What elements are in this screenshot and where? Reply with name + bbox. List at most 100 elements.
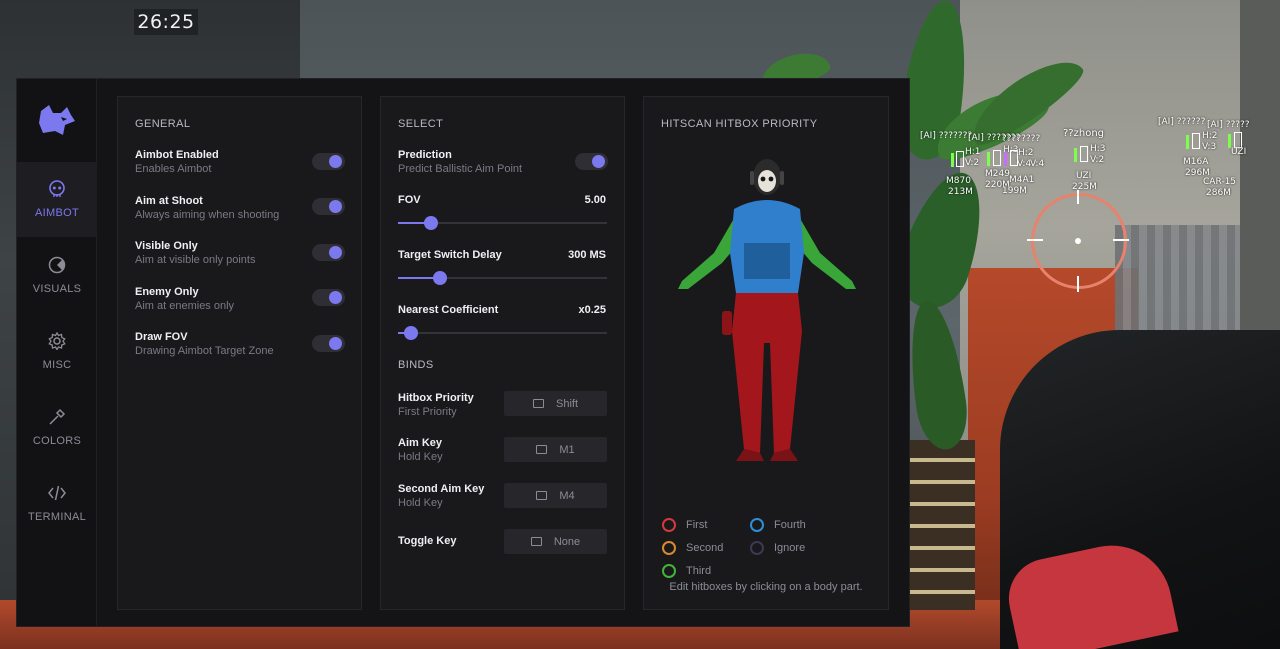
cheat-menu-window: AIMBOT VISUALS MISC COLORS TERMINAL GENE…: [16, 78, 910, 627]
keyboard-icon: [536, 491, 548, 500]
option-desc: Hold Key: [398, 451, 443, 463]
select-panel: SELECT Prediction Predict Ballistic Aim …: [380, 96, 625, 610]
binds-title: BINDS: [398, 359, 434, 371]
toggle-knob: [329, 337, 342, 350]
nearest-coefficient-value: x0.25: [578, 304, 606, 316]
nav-label: COLORS: [32, 435, 82, 447]
skull-icon: [49, 180, 65, 197]
target-switch-delay-value: 300 MS: [568, 249, 606, 261]
panel-title: SELECT: [398, 118, 444, 130]
general-panel: GENERAL Aimbot Enabled Enables Aimbot Ai…: [117, 96, 362, 610]
aim-at-shoot-toggle[interactable]: [312, 198, 345, 215]
esp-distance: 199M: [1002, 186, 1027, 196]
legend-label: Third: [686, 565, 712, 577]
nav-misc[interactable]: MISC: [17, 314, 97, 389]
esp-line: V:3: [1202, 142, 1217, 152]
fov-value: 5.00: [584, 194, 606, 206]
esp-line: H:3: [1090, 144, 1106, 154]
bind-key: None: [553, 535, 581, 548]
slider-thumb[interactable]: [424, 216, 439, 230]
legend-label: Fourth: [774, 519, 806, 531]
esp-line: H:2: [1018, 148, 1034, 158]
target-switch-delay-label: Target Switch Delay: [398, 249, 502, 261]
nearest-coefficient-slider[interactable]: [398, 326, 607, 340]
aim-key-button[interactable]: M1: [504, 437, 607, 462]
toggle-knob: [329, 246, 342, 259]
option-desc: Hold Key: [398, 497, 443, 509]
hitbox-priority-key-button[interactable]: Shift: [504, 391, 607, 416]
nav-aimbot[interactable]: AIMBOT: [17, 162, 97, 237]
option-desc: First Priority: [398, 406, 457, 418]
option-title: Hitbox Priority: [398, 392, 474, 404]
prediction-toggle[interactable]: [575, 153, 608, 170]
legend-dot-icon: [662, 541, 676, 555]
option-title: Second Aim Key: [398, 483, 485, 495]
nav-label: AIMBOT: [35, 207, 79, 219]
esp-box: [1192, 133, 1200, 149]
bind-key: M1: [559, 443, 575, 456]
crosshair-line: [1077, 190, 1079, 204]
crosshair-line: [1113, 239, 1129, 241]
code-icon: [48, 485, 66, 501]
target-switch-delay-slider[interactable]: [398, 271, 607, 285]
bind-key: M4: [559, 489, 575, 502]
enemy-only-toggle[interactable]: [312, 289, 345, 306]
hitbox-head[interactable]: [750, 159, 784, 195]
nav-colors[interactable]: COLORS: [17, 390, 97, 465]
esp-name: [AI] ??????: [1158, 117, 1206, 127]
toggle-knob: [329, 291, 342, 304]
legend-second: Second: [662, 541, 723, 555]
esp-name: ????????: [1002, 134, 1041, 144]
panel-title: HITSCAN HITBOX PRIORITY: [661, 118, 818, 130]
panel-title: GENERAL: [135, 118, 191, 130]
crosshair-line: [1027, 239, 1043, 241]
bind-hitbox-priority: Hitbox Priority First Priority: [398, 391, 498, 419]
esp-health-bar: [1228, 134, 1231, 148]
nav-label: TERMINAL: [27, 511, 87, 523]
nav-label: MISC: [42, 359, 72, 371]
nav-label: VISUALS: [32, 283, 82, 295]
toggle-knob: [592, 155, 605, 168]
hitbox-feet[interactable]: [736, 449, 798, 461]
legend-label: First: [686, 519, 708, 531]
esp-weapon: CAR-15: [1203, 177, 1237, 187]
draw-fov-toggle[interactable]: [312, 335, 345, 352]
second-aim-key-button[interactable]: M4: [504, 483, 607, 508]
esp-line: H:1: [965, 147, 981, 157]
nav-terminal[interactable]: TERMINAL: [17, 466, 97, 541]
esp-health-bar: [987, 152, 990, 166]
slider-thumb[interactable]: [403, 326, 418, 340]
bind-second-aim-key: Second Aim Key Hold Key: [398, 482, 498, 510]
fov-slider[interactable]: [398, 216, 607, 230]
keyboard-icon: [530, 537, 542, 546]
bind-key: Shift: [555, 397, 578, 410]
legend-third: Third: [662, 564, 711, 578]
esp-weapon: M870: [946, 176, 971, 186]
wooden-crate: [905, 440, 975, 610]
visible-only-toggle[interactable]: [312, 244, 345, 261]
esp-distance: 213M: [948, 187, 973, 197]
esp-box: [1080, 146, 1088, 162]
hitbox-legs[interactable]: [732, 293, 802, 453]
toggle-key-button[interactable]: None: [504, 529, 607, 554]
nav-visuals[interactable]: VISUALS: [17, 238, 97, 313]
gear-icon: [48, 332, 66, 350]
bind-aim-key: Aim Key Hold Key: [398, 436, 498, 464]
eye-circle-icon: [48, 256, 66, 274]
esp-line: V:2: [1090, 155, 1105, 165]
round-timer: 26:25: [134, 9, 198, 35]
esp-health-bar: [1004, 152, 1007, 166]
legend-dot-icon: [750, 518, 764, 532]
esp-name: ??zhong: [1063, 128, 1105, 139]
keyboard-icon: [536, 445, 548, 454]
legend-label: Ignore: [774, 542, 806, 554]
toggle-knob: [329, 155, 342, 168]
aimbot-enabled-toggle[interactable]: [312, 153, 345, 170]
legend-ignore: Ignore: [750, 541, 805, 555]
esp-distance: 286M: [1206, 188, 1231, 198]
esp-line: V:2: [965, 158, 980, 168]
slider-thumb[interactable]: [432, 271, 447, 285]
sidebar: AIMBOT VISUALS MISC COLORS TERMINAL: [17, 79, 97, 626]
fov-label: FOV: [398, 194, 421, 206]
hitbox-panel: HITSCAN HITBOX PRIORITY First Second Thi…: [643, 96, 889, 610]
